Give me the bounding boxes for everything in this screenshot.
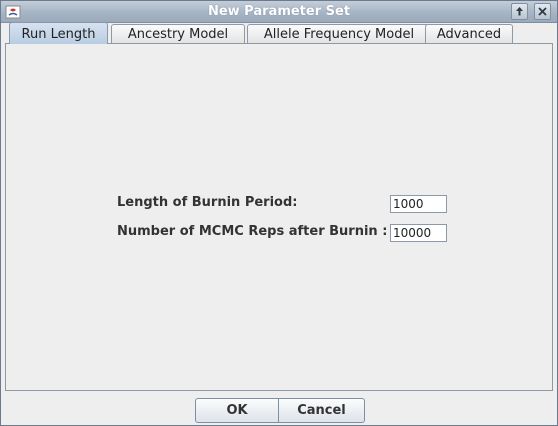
maximize-button[interactable] xyxy=(511,3,528,20)
close-button[interactable] xyxy=(534,3,551,20)
title-bar[interactable]: New Parameter Set xyxy=(1,1,557,23)
tab-advanced[interactable]: Advanced xyxy=(425,24,513,43)
dialog-window: New Parameter Set Run Length Ancestry Mo… xyxy=(0,0,558,426)
maximize-icon xyxy=(516,7,523,16)
mcmc-reps-label: Number of MCMC Reps after Burnin : xyxy=(117,224,388,239)
mcmc-reps-input[interactable] xyxy=(390,224,447,242)
tab-allele-frequency-model[interactable]: Allele Frequency Model xyxy=(247,24,431,43)
close-icon xyxy=(538,7,547,16)
burnin-period-input[interactable] xyxy=(390,195,447,213)
ok-button[interactable]: OK xyxy=(195,398,279,423)
burnin-period-label: Length of Burnin Period: xyxy=(117,195,298,210)
tab-ancestry-model[interactable]: Ancestry Model xyxy=(111,24,245,43)
cancel-button[interactable]: Cancel xyxy=(279,398,365,423)
tab-run-length[interactable]: Run Length xyxy=(9,22,108,44)
window-title: New Parameter Set xyxy=(207,4,351,19)
tab-content-panel: Length of Burnin Period: Number of MCMC … xyxy=(5,43,553,391)
